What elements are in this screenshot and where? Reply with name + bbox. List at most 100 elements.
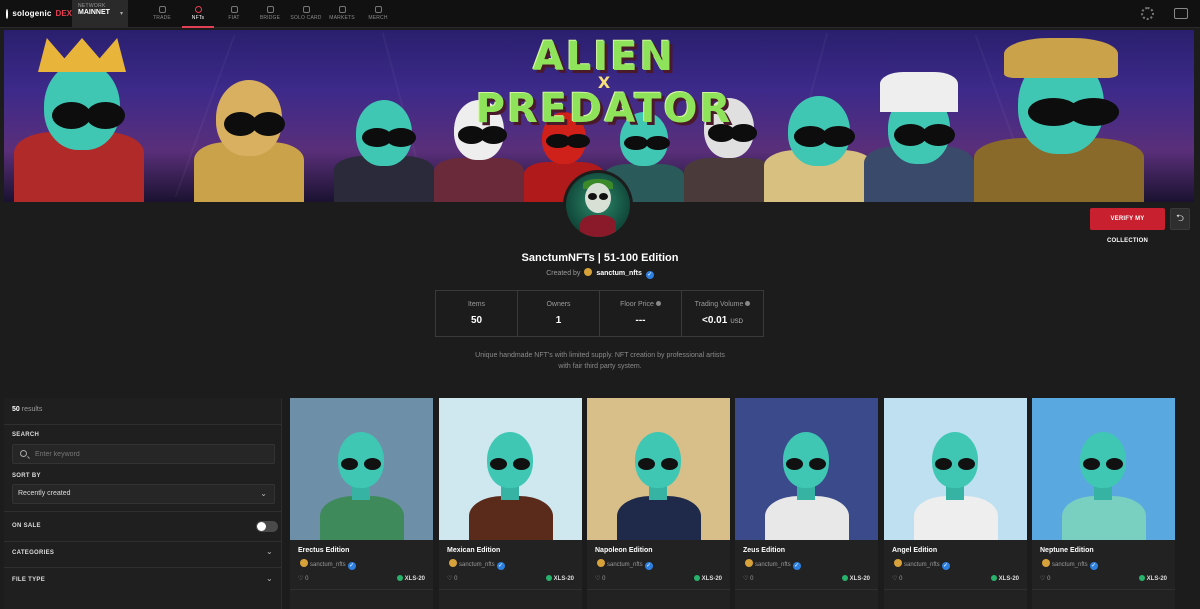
creator-avatar <box>449 559 457 567</box>
like-count: 0 <box>305 576 309 582</box>
creator-name[interactable]: sanctum_nfts <box>755 562 791 568</box>
nav-nfts[interactable]: NFTs <box>180 0 216 28</box>
on-sale-label: ON SALE <box>12 523 41 529</box>
stat-trading-volume: Trading Volume <0.01 USD <box>682 291 763 336</box>
creator-name[interactable]: sanctum_nfts <box>904 562 940 568</box>
like-button[interactable]: ♡ 0 <box>1040 575 1050 582</box>
banner-alien <box>764 72 874 202</box>
stat-label: Owners <box>546 301 571 308</box>
token-standard: XLS-20 <box>701 576 722 582</box>
candlestick-icon <box>158 6 166 13</box>
xls-icon <box>841 575 848 581</box>
chevron-down-icon[interactable]: ⌄ <box>266 547 273 556</box>
nav-fiat[interactable]: FIAT <box>216 0 252 28</box>
nft-card[interactable]: Napoleon Edition sanctum_nfts ✓ ♡ 0 XLS-2… <box>587 398 730 609</box>
nft-name[interactable]: Neptune Edition <box>1040 547 1094 554</box>
creator-name[interactable]: sanctum_nfts <box>1052 562 1088 568</box>
nft-image[interactable] <box>290 398 433 540</box>
bridge-icon <box>266 6 274 13</box>
collection-avatar <box>563 170 633 240</box>
fiat-icon <box>230 6 238 13</box>
like-button[interactable]: ♡ 0 <box>743 575 753 582</box>
nft-image[interactable] <box>884 398 1027 540</box>
creator-link[interactable]: sanctum_nfts <box>596 270 642 277</box>
nav-label: BRIDGE <box>259 15 281 21</box>
token-standard: XLS-20 <box>998 576 1019 582</box>
nav-label: TRADE <box>153 15 171 21</box>
stat-unit: USD <box>730 319 743 325</box>
sort-select[interactable]: Recently created ⌄ <box>12 484 275 504</box>
nav-label: SOLO CARD <box>290 15 322 21</box>
brand-name: sologenic <box>12 9 52 18</box>
heart-icon: ♡ <box>743 576 749 582</box>
file-type-toggle[interactable]: FILE TYPE <box>12 577 45 583</box>
nav-trade[interactable]: TRADE <box>144 0 180 28</box>
heart-icon: ♡ <box>892 576 898 582</box>
main-nav: TRADE NFTs FIAT BRIDGE SOLO CARD MARKETS <box>144 0 396 28</box>
nft-creator: sanctum_nfts ✓ <box>892 559 950 570</box>
stat-floor-price: Floor Price --- <box>600 291 682 336</box>
nft-image[interactable] <box>587 398 730 540</box>
gear-icon[interactable] <box>1141 7 1154 20</box>
creator-avatar <box>597 559 605 567</box>
info-icon[interactable] <box>655 301 661 306</box>
nav-solo-card[interactable]: SOLO CARD <box>288 0 324 28</box>
verify-collection-button[interactable]: VERIFY MY COLLECTION <box>1090 208 1165 244</box>
nft-name[interactable]: Erectus Edition <box>298 547 349 554</box>
markets-icon <box>338 6 346 13</box>
creator-name[interactable]: sanctum_nfts <box>607 562 643 568</box>
nft-name[interactable]: Angel Edition <box>892 547 937 554</box>
network-selector[interactable]: NETWORK MAINNET ▾ <box>72 0 128 28</box>
share-button[interactable]: ⮌ <box>1170 208 1190 230</box>
card-icon <box>302 6 310 13</box>
like-count: 0 <box>750 576 754 582</box>
like-button[interactable]: ♡ 0 <box>447 575 457 582</box>
token-standard-badge: XLS-20 <box>396 575 425 582</box>
nft-icon <box>194 6 202 13</box>
stat-label: Floor Price <box>620 301 654 308</box>
nft-image[interactable] <box>439 398 582 540</box>
chevron-down-icon[interactable]: ⌄ <box>266 574 273 583</box>
token-standard-badge: XLS-20 <box>545 575 574 582</box>
info-icon[interactable] <box>745 301 751 306</box>
token-standard: XLS-20 <box>849 576 870 582</box>
collection-title: SanctumNFTs | 51-100 Edition <box>521 252 679 264</box>
on-sale-toggle[interactable] <box>256 521 278 532</box>
nft-card[interactable]: Zeus Edition sanctum_nfts ✓ ♡ 0 XLS-20 <box>735 398 878 609</box>
nav-merch[interactable]: MERCH <box>360 0 396 28</box>
results-count: 50 results <box>12 406 42 413</box>
creator-name[interactable]: sanctum_nfts <box>310 562 346 568</box>
sologenic-logo-icon <box>6 8 9 19</box>
search-field[interactable] <box>12 444 275 464</box>
creator-name[interactable]: sanctum_nfts <box>459 562 495 568</box>
sologenic-logo[interactable]: sologenic DEX <box>0 0 72 28</box>
nft-card[interactable]: Neptune Edition sanctum_nfts ✓ ♡ 0 XLS-20 <box>1032 398 1175 609</box>
categories-toggle[interactable]: CATEGORIES <box>12 550 54 556</box>
collection-stats: Items 50 Owners 1 Floor Price --- Tradin… <box>435 290 764 337</box>
heart-icon: ♡ <box>447 576 453 582</box>
nft-creator: sanctum_nfts ✓ <box>298 559 356 570</box>
wallet-icon[interactable] <box>1174 8 1188 19</box>
stat-value: 50 <box>470 315 483 326</box>
nav-markets[interactable]: MARKETS <box>324 0 360 28</box>
share-icon: ⮌ <box>1175 213 1184 224</box>
nft-name[interactable]: Mexican Edition <box>447 547 500 554</box>
like-button[interactable]: ♡ 0 <box>892 575 902 582</box>
creator-avatar <box>1042 559 1050 567</box>
stat-value: --- <box>635 315 646 326</box>
nft-card[interactable]: Erectus Edition sanctum_nfts ✓ ♡ 0 XLS-20 <box>290 398 433 609</box>
banner-alien <box>974 30 1144 202</box>
nft-card[interactable]: Angel Edition sanctum_nfts ✓ ♡ 0 XLS-20 <box>884 398 1027 609</box>
heart-icon: ♡ <box>1040 576 1046 582</box>
nav-bridge[interactable]: BRIDGE <box>252 0 288 28</box>
nft-image[interactable] <box>735 398 878 540</box>
like-button[interactable]: ♡ 0 <box>595 575 605 582</box>
like-button[interactable]: ♡ 0 <box>298 575 308 582</box>
nft-image[interactable] <box>1032 398 1175 540</box>
creator-avatar <box>300 559 308 567</box>
nft-name[interactable]: Napoleon Edition <box>595 547 653 554</box>
nft-name[interactable]: Zeus Edition <box>743 547 785 554</box>
nft-card[interactable]: Mexican Edition sanctum_nfts ✓ ♡ 0 XLS-20 <box>439 398 582 609</box>
search-input[interactable] <box>35 445 270 463</box>
like-count: 0 <box>602 576 606 582</box>
